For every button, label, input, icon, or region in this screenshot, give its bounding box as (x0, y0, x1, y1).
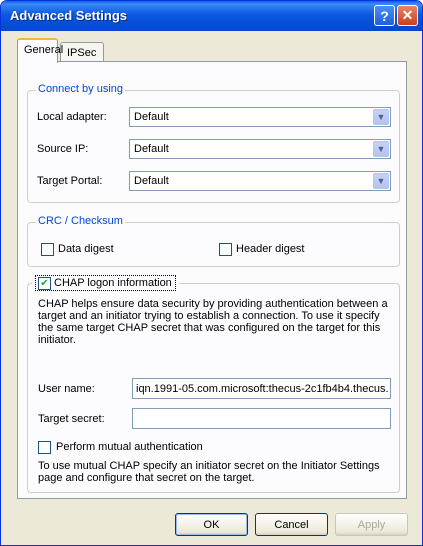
source-ip-label: Source IP: (37, 143, 89, 155)
connect-group-legend: Connect by using (36, 83, 125, 95)
close-icon: ✕ (401, 7, 414, 23)
data-digest-checkbox[interactable] (41, 243, 54, 256)
window-title: Advanced Settings (10, 8, 128, 23)
source-ip-value: Default (134, 143, 169, 155)
crc-checksum-group: CRC / Checksum Data digest Header digest (27, 215, 400, 267)
target-portal-label: Target Portal: (37, 175, 103, 187)
local-adapter-label: Local adapter: (37, 111, 107, 123)
chevron-down-icon[interactable]: ▼ (373, 109, 389, 125)
chap-logon-group: ✔ CHAP logon information CHAP helps ensu… (27, 275, 400, 493)
title-bar[interactable]: Advanced Settings ? ✕ (1, 1, 422, 31)
local-adapter-value: Default (134, 111, 169, 123)
header-digest-checkbox[interactable] (219, 243, 232, 256)
user-name-input[interactable]: iqn.1991-05.com.microsoft:thecus-2c1fb4b… (132, 378, 391, 399)
data-digest-label: Data digest (58, 243, 114, 255)
header-digest-label: Header digest (236, 243, 305, 255)
user-name-label: User name: (38, 383, 95, 395)
target-portal-value: Default (134, 175, 169, 187)
chap-logon-label: CHAP logon information (54, 277, 172, 289)
mutual-auth-checkbox[interactable] (38, 441, 51, 454)
help-button[interactable]: ? (374, 5, 395, 26)
chap-logon-toggle[interactable]: ✔ CHAP logon information (32, 275, 179, 291)
crc-group-legend: CRC / Checksum (36, 215, 125, 227)
cancel-button[interactable]: Cancel (255, 513, 328, 536)
local-adapter-select[interactable]: Default ▼ (129, 107, 391, 127)
chevron-down-icon[interactable]: ▼ (373, 173, 389, 189)
target-secret-input[interactable] (132, 408, 391, 429)
chap-logon-checkbox[interactable]: ✔ (38, 277, 51, 290)
advanced-settings-dialog: Advanced Settings ? ✕ General IPSec Conn… (0, 0, 423, 546)
connect-by-using-group: Connect by using Local adapter: Default … (27, 83, 400, 203)
chap-logon-legend: ✔ CHAP logon information (35, 275, 176, 291)
question-icon: ? (380, 7, 389, 24)
source-ip-select[interactable]: Default ▼ (129, 139, 391, 159)
tab-ipsec[interactable]: IPSec (60, 42, 104, 62)
target-secret-label: Target secret: (38, 413, 105, 425)
close-button[interactable]: ✕ (397, 5, 418, 26)
chevron-down-icon[interactable]: ▼ (373, 141, 389, 157)
general-tab-panel: Connect by using Local adapter: Default … (17, 61, 407, 499)
mutual-chap-help: To use mutual CHAP specify an initiator … (38, 460, 380, 484)
tab-general[interactable]: General (17, 38, 63, 63)
mutual-auth-label: Perform mutual authentication (56, 441, 203, 453)
chap-description: CHAP helps ensure data security by provi… (38, 298, 388, 346)
apply-button[interactable]: Apply (335, 513, 408, 536)
ok-button[interactable]: OK (175, 513, 248, 536)
target-portal-select[interactable]: Default ▼ (129, 171, 391, 191)
